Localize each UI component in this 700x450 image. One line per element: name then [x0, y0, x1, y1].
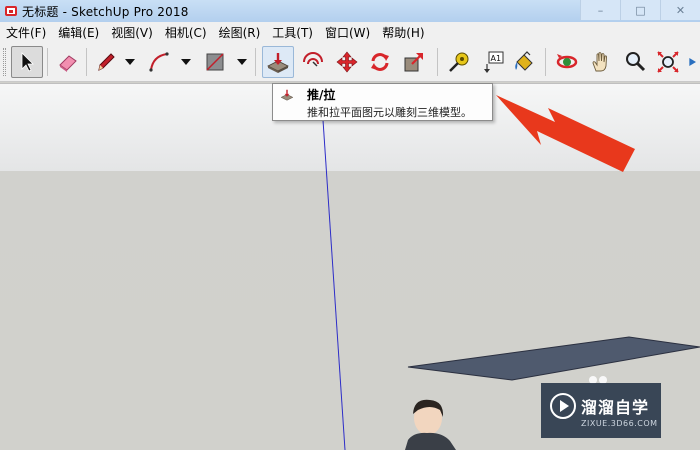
- zoom-extents-tool-button[interactable]: [652, 46, 684, 78]
- sketchup-app-icon: [5, 6, 17, 16]
- maximize-button[interactable]: □: [620, 0, 660, 20]
- toolbar-separator: [86, 48, 87, 76]
- arrow-cursor-icon: [21, 52, 34, 72]
- paint-bucket-icon: [515, 51, 533, 71]
- select-tool-button[interactable]: [11, 46, 43, 78]
- menu-window[interactable]: 窗口(W): [319, 24, 376, 41]
- overflow-icon: [689, 58, 696, 66]
- move-tool-button[interactable]: [331, 46, 363, 78]
- paint-bucket-tool-button[interactable]: [508, 46, 540, 78]
- menu-draw[interactable]: 绘图(R): [213, 24, 267, 41]
- shape-tool-dropdown[interactable]: [234, 53, 250, 71]
- arc-icon: [149, 52, 169, 72]
- chevron-down-icon: [125, 59, 135, 65]
- menu-view[interactable]: 视图(V): [105, 24, 159, 41]
- tape-measure-tool-button[interactable]: [443, 46, 475, 78]
- orbit-tool-button[interactable]: [551, 46, 583, 78]
- line-tool-dropdown[interactable]: [122, 53, 138, 71]
- move-arrows-icon: [336, 51, 358, 73]
- toolbar-separator: [255, 48, 256, 76]
- menu-help[interactable]: 帮助(H): [376, 24, 430, 41]
- rectangle-icon: [206, 53, 224, 71]
- menu-file[interactable]: 文件(F): [0, 24, 52, 41]
- toolbar-separator: [47, 48, 48, 76]
- more-tool-button[interactable]: [684, 46, 700, 78]
- menu-edit[interactable]: 编辑(E): [52, 24, 105, 41]
- menu-tools[interactable]: 工具(T): [266, 24, 319, 41]
- text-tool-button[interactable]: A1: [477, 46, 509, 78]
- play-logo-icon: [550, 393, 576, 419]
- eraser-tool-button[interactable]: [52, 46, 84, 78]
- minimize-button[interactable]: –: [580, 0, 620, 20]
- title-bar: 无标题 - SketchUp Pro 2018 – □ ✕: [0, 0, 700, 22]
- push-pull-tool-button[interactable]: [262, 46, 294, 78]
- menu-bar: 文件(F) 编辑(E) 视图(V) 相机(C) 绘图(R) 工具(T) 窗口(W…: [0, 22, 700, 42]
- chevron-down-icon: [181, 59, 191, 65]
- rotate-icon: [371, 53, 389, 71]
- toolbar-separator: [437, 48, 438, 76]
- arc-tool-button[interactable]: [143, 46, 175, 78]
- orbit-icon: [556, 54, 578, 69]
- line-tool-button[interactable]: [90, 46, 122, 78]
- text-label-icon: A1: [484, 51, 504, 73]
- magnifier-icon: [626, 52, 646, 72]
- site-watermark: 溜溜自学 ZIXUE.3D66.COM: [541, 383, 661, 438]
- hand-icon: [592, 52, 607, 72]
- arc-tool-dropdown[interactable]: [178, 53, 194, 71]
- rotate-tool-button[interactable]: [364, 46, 396, 78]
- offset-tool-button[interactable]: [297, 46, 329, 78]
- svg-text:A1: A1: [491, 54, 502, 63]
- tooltip-title: 推/拉: [307, 88, 336, 102]
- toolbar-grip[interactable]: [3, 48, 6, 76]
- push-pull-icon: [267, 53, 289, 73]
- menu-camera[interactable]: 相机(C): [159, 24, 213, 41]
- window-title: 无标题 - SketchUp Pro 2018: [22, 4, 189, 19]
- tooltip-description: 推和拉平面图元以雕刻三维模型。: [307, 106, 472, 119]
- eraser-icon: [59, 55, 77, 72]
- watermark-url: ZIXUE.3D66.COM: [581, 419, 658, 428]
- pan-tool-button[interactable]: [585, 46, 617, 78]
- zoom-extents-icon: [657, 51, 679, 73]
- toolbar-separator: [545, 48, 546, 76]
- chevron-down-icon: [237, 59, 247, 65]
- push-pull-tooltip: 推/拉 推和拉平面图元以雕刻三维模型。: [272, 83, 493, 121]
- tape-measure-icon: [449, 52, 469, 72]
- watermark-name: 溜溜自学: [581, 398, 650, 417]
- close-button[interactable]: ✕: [660, 0, 700, 20]
- shape-tool-button[interactable]: [199, 46, 231, 78]
- scale-icon: [404, 53, 423, 72]
- main-toolbar: A1: [0, 42, 700, 82]
- zoom-tool-button[interactable]: [619, 46, 651, 78]
- pencil-icon: [98, 53, 115, 71]
- window-controls: – □ ✕: [580, 0, 700, 20]
- push-pull-icon: [280, 89, 294, 101]
- offset-icon: [303, 52, 323, 67]
- scale-tool-button[interactable]: [398, 46, 430, 78]
